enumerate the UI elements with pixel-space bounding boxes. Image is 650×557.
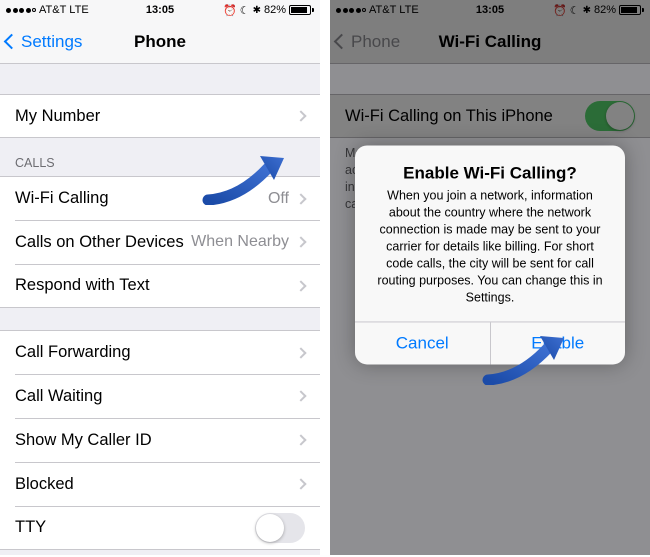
battery-icon [289,5,314,15]
alert-dialog: Enable Wi-Fi Calling? When you join a ne… [355,146,625,365]
page-title: Phone [134,32,186,52]
chevron-right-icon [295,110,306,121]
chevron-right-icon [295,478,306,489]
row-blocked[interactable]: Blocked [0,462,320,506]
network-label: LTE [69,4,88,16]
chevron-right-icon [295,280,306,291]
row-label: Show My Caller ID [15,431,297,450]
row-label: Call Waiting [15,387,297,406]
row-label: Call Forwarding [15,343,297,362]
wifi-calling-screen: AT&T LTE 13:05 ⏰ ☾ ✱ 82% Phone Wi-Fi Cal… [330,0,650,555]
enable-button[interactable]: Enable [490,323,626,365]
row-label: Respond with Text [15,276,297,295]
bluetooth-icon: ✱ [253,5,261,16]
status-bar: AT&T LTE 13:05 ⏰ ☾ ✱ 82% [0,0,320,20]
row-other-devices[interactable]: Calls on Other Devices When Nearby [0,220,320,264]
content: My Number CALLS Wi-Fi Calling Off Calls … [0,64,320,555]
dnd-icon: ☾ [240,4,250,17]
chevron-right-icon [295,347,306,358]
carrier-label: AT&T [39,4,66,16]
alarm-icon: ⏰ [223,4,237,17]
row-call-forwarding[interactable]: Call Forwarding [0,330,320,374]
battery-pct: 82% [264,4,286,16]
signal-dots-icon [6,8,36,13]
chevron-right-icon [295,434,306,445]
row-caller-id[interactable]: Show My Caller ID [0,418,320,462]
row-my-number[interactable]: My Number [0,94,320,138]
phone-settings-screen: AT&T LTE 13:05 ⏰ ☾ ✱ 82% Settings Phone … [0,0,320,555]
row-value: When Nearby [191,233,289,251]
row-label: Wi-Fi Calling [15,189,268,208]
chevron-right-icon [295,193,306,204]
row-call-waiting[interactable]: Call Waiting [0,374,320,418]
row-label: Blocked [15,475,297,494]
tty-toggle[interactable] [255,513,305,543]
row-label: My Number [15,107,297,126]
back-button[interactable]: Settings [6,32,82,52]
section-header-calls: CALLS [0,138,320,176]
alert-message: When you join a network, information abo… [371,188,609,306]
nav-bar: Settings Phone [0,20,320,64]
cancel-button[interactable]: Cancel [355,323,490,365]
chevron-left-icon [4,34,20,50]
row-tty[interactable]: TTY [0,506,320,550]
clock-label: 13:05 [146,4,174,16]
row-value: Off [268,190,289,208]
chevron-right-icon [295,236,306,247]
row-label: Calls on Other Devices [15,233,191,252]
row-respond-text[interactable]: Respond with Text [0,264,320,308]
row-wifi-calling[interactable]: Wi-Fi Calling Off [0,176,320,220]
row-label: TTY [15,518,255,537]
alert-title: Enable Wi-Fi Calling? [371,164,609,184]
back-label: Settings [21,32,82,52]
chevron-right-icon [295,390,306,401]
